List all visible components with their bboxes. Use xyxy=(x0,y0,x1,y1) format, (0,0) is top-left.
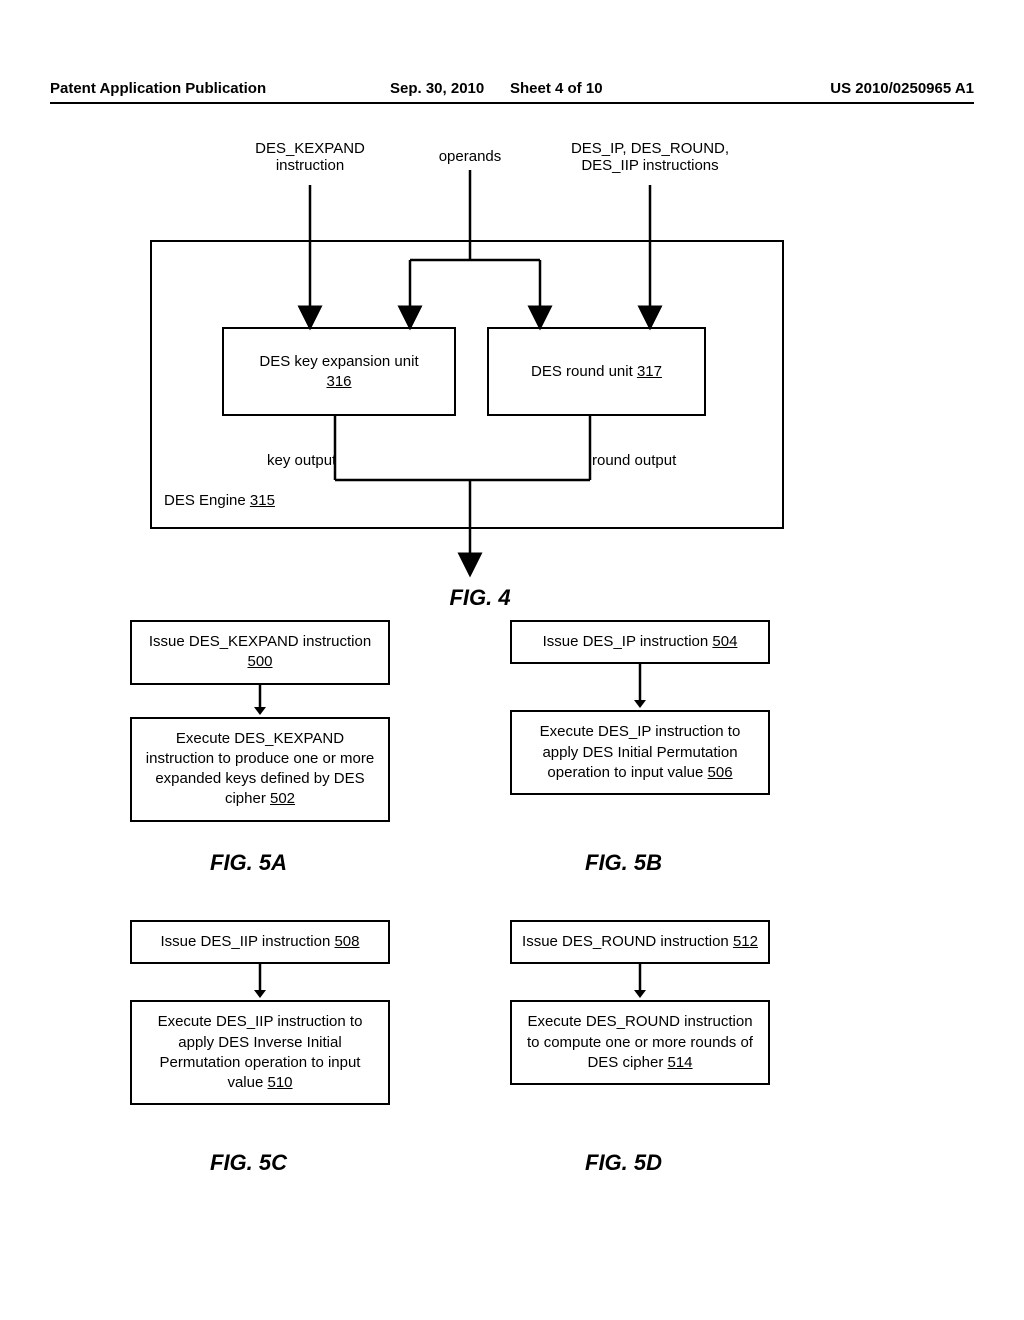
fig5b-caption: FIG. 5B xyxy=(585,850,662,876)
fig5a-box2-text: Execute DES_KEXPAND instruction to produ… xyxy=(146,730,374,808)
round-unit-ref: 317 xyxy=(637,363,662,380)
fig5a-box2-ref: 502 xyxy=(270,790,295,807)
fig5c-box2-ref: 510 xyxy=(268,1074,293,1091)
fig5c-box1-text: Issue DES_IIP instruction xyxy=(160,933,334,950)
des-engine-box: DES key expansion unit 316 DES round uni… xyxy=(150,240,784,529)
figure-5d: Issue DES_ROUND instruction 512 Execute … xyxy=(510,920,770,1085)
fig5b-box2-ref: 506 xyxy=(708,764,733,781)
key-unit-text: DES key expansion unit xyxy=(259,353,418,370)
arrow-down-icon xyxy=(245,964,275,1000)
arrow-down-icon xyxy=(625,664,655,710)
fig5d-box2-ref: 514 xyxy=(668,1054,693,1071)
key-output-label: key output xyxy=(267,452,336,469)
fig5d-box1-text: Issue DES_ROUND instruction xyxy=(522,933,733,950)
fig5d-box1: Issue DES_ROUND instruction 512 xyxy=(510,920,770,964)
fig5b-box1-ref: 504 xyxy=(712,633,737,650)
fig5b-box1: Issue DES_IP instruction 504 xyxy=(510,620,770,664)
header-rule xyxy=(50,102,974,104)
patent-page: Patent Application Publication Sep. 30, … xyxy=(50,40,974,1280)
fig5b-box1-text: Issue DES_IP instruction xyxy=(543,633,713,650)
arrow-down-icon xyxy=(625,964,655,1000)
fig5d-caption: FIG. 5D xyxy=(585,1150,662,1176)
header-publication: Patent Application Publication xyxy=(50,80,266,97)
figure-5a: Issue DES_KEXPAND instruction 500 Execut… xyxy=(130,620,390,822)
arrow-down-icon xyxy=(245,685,275,717)
header-pubno: US 2010/0250965 A1 xyxy=(830,80,974,97)
fig5d-box1-ref: 512 xyxy=(733,933,758,950)
fig5c-box2-text: Execute DES_IIP instruction to apply DES… xyxy=(158,1013,363,1091)
figure-5b: Issue DES_IP instruction 504 Execute DES… xyxy=(510,620,770,795)
round-unit-text: DES round unit xyxy=(531,363,637,380)
header-date: Sep. 30, 2010 xyxy=(390,80,484,97)
des-round-unit: DES round unit 317 xyxy=(487,327,706,416)
fig5d-box2: Execute DES_ROUND instruction to compute… xyxy=(510,1000,770,1085)
fig4-caption: FIG. 4 xyxy=(430,585,530,611)
fig5c-box2: Execute DES_IIP instruction to apply DES… xyxy=(130,1000,390,1105)
fig5a-box2: Execute DES_KEXPAND instruction to produ… xyxy=(130,717,390,822)
des-key-expansion-unit: DES key expansion unit 316 xyxy=(222,327,456,416)
key-unit-ref: 316 xyxy=(326,373,351,390)
round-output-label: round output xyxy=(592,452,676,469)
fig5a-box1-ref: 500 xyxy=(247,653,272,670)
des-engine-label: DES Engine 315 xyxy=(164,492,275,509)
fig5a-box1: Issue DES_KEXPAND instruction 500 xyxy=(130,620,390,685)
fig5b-box2: Execute DES_IP instruction to apply DES … xyxy=(510,710,770,795)
fig5a-caption: FIG. 5A xyxy=(210,850,287,876)
figure-5c: Issue DES_IIP instruction 508 Execute DE… xyxy=(130,920,390,1105)
fig5c-box1-ref: 508 xyxy=(334,933,359,950)
fig5a-box1-text: Issue DES_KEXPAND instruction xyxy=(149,633,371,650)
engine-text: DES Engine xyxy=(164,492,250,509)
fig5c-caption: FIG. 5C xyxy=(210,1150,287,1176)
fig5d-box2-text: Execute DES_ROUND instruction to compute… xyxy=(527,1013,753,1071)
header-sheet: Sheet 4 of 10 xyxy=(510,80,603,97)
fig5c-box1: Issue DES_IIP instruction 508 xyxy=(130,920,390,964)
engine-ref: 315 xyxy=(250,492,275,509)
